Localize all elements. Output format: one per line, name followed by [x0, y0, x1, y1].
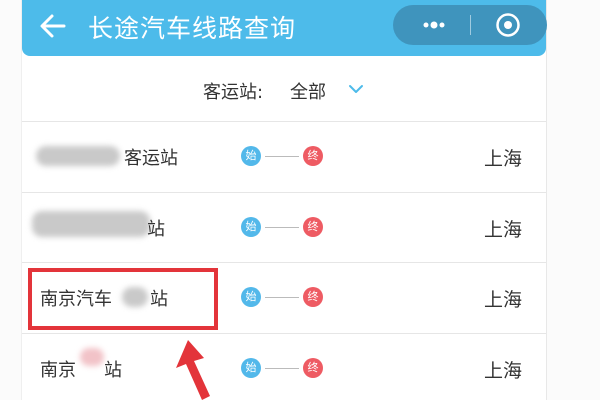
more-dots-icon[interactable] [419, 15, 449, 35]
end-icon: 终 [303, 287, 323, 307]
route-marker: 始 终 [241, 217, 331, 239]
end-icon: 终 [303, 217, 323, 237]
left-margin [0, 0, 22, 400]
header-bar: 长途汽车线路查询 [22, 0, 547, 56]
route-line [265, 227, 299, 228]
route-marker: 始 终 [241, 358, 331, 380]
route-marker: 始 终 [241, 287, 331, 309]
mini-program-page: 长途汽车线路查询 客运站: 全部 客运站 始 终 上海 站 始 终 上海 南京汽… [22, 0, 547, 400]
route-destination: 上海 [484, 219, 523, 241]
start-icon: 始 [241, 217, 261, 237]
route-line [265, 156, 299, 157]
chevron-down-icon[interactable] [348, 83, 364, 95]
redacted-text [80, 348, 104, 366]
route-row[interactable]: 站 始 终 上海 [22, 193, 546, 263]
filter-value[interactable]: 全部 [290, 78, 326, 104]
pointer-arrow-icon [176, 340, 210, 400]
route-station-suffix: 站 [104, 360, 122, 381]
arrow-left-icon[interactable] [36, 10, 70, 42]
route-destination: 上海 [484, 289, 523, 311]
capsule-menu [393, 5, 547, 45]
start-icon: 始 [241, 358, 261, 378]
route-row[interactable]: 客运站 始 终 上海 [22, 122, 546, 192]
capsule-divider [470, 15, 471, 35]
route-station: 站 [147, 219, 165, 240]
end-icon: 终 [303, 146, 323, 166]
highlight-box [28, 268, 218, 330]
right-margin [546, 0, 600, 400]
target-close-icon[interactable] [494, 11, 522, 39]
start-icon: 始 [241, 287, 261, 307]
route-station: 客运站 [124, 148, 178, 169]
station-filter[interactable]: 客运站: 全部 [22, 56, 546, 121]
route-line [265, 368, 299, 369]
route-destination: 上海 [484, 148, 523, 170]
route-station: 南京 [40, 360, 76, 381]
page-title: 长途汽车线路查询 [88, 14, 297, 43]
end-icon: 终 [303, 358, 323, 378]
route-line [265, 297, 299, 298]
redacted-text [32, 211, 150, 237]
start-icon: 始 [241, 146, 261, 166]
route-destination: 上海 [484, 360, 523, 382]
route-row[interactable]: 南京 站 始 终 上海 [22, 334, 546, 404]
route-marker: 始 终 [241, 146, 331, 168]
filter-label: 客运站: [203, 82, 264, 103]
redacted-text [36, 146, 120, 166]
